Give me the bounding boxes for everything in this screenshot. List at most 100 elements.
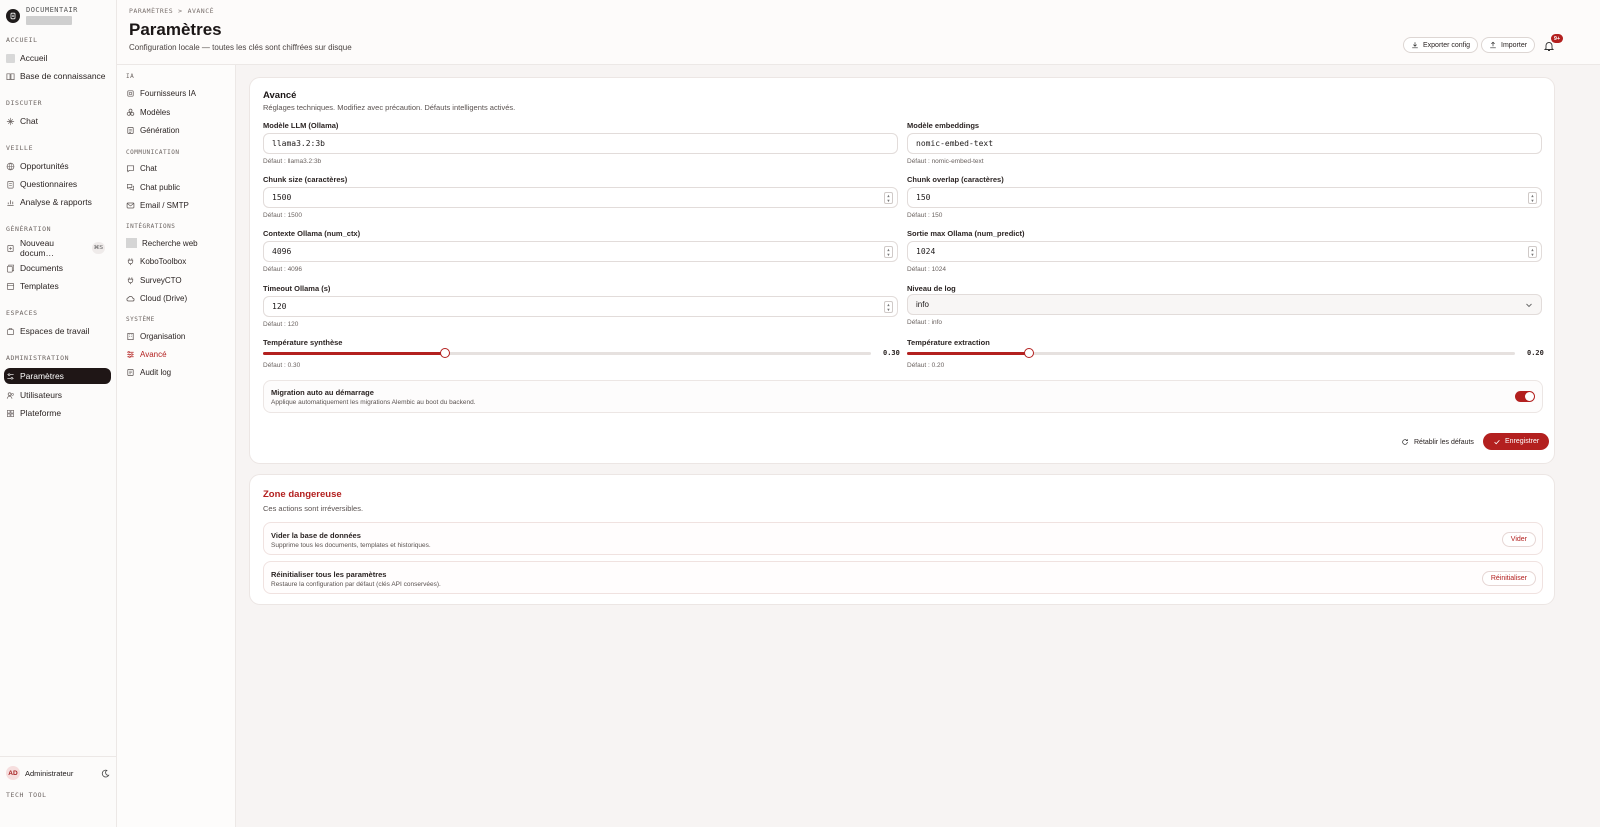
chunk-overlap-hint: Défaut : 150 bbox=[907, 212, 943, 219]
advanced-settings-card: Avancé Réglages techniques. Modifiez ave… bbox=[249, 77, 1555, 464]
book-icon bbox=[6, 72, 15, 81]
reset-settings-button[interactable]: Réinitialiser bbox=[1481, 571, 1536, 586]
chunk-size-hint: Défaut : 1500 bbox=[263, 212, 303, 219]
log-level-value: info bbox=[916, 300, 929, 309]
reset-defaults-button[interactable]: Rétablir les défauts bbox=[1401, 438, 1474, 446]
subnav-item-organisation[interactable]: Organisation bbox=[126, 329, 185, 343]
scroll-icon bbox=[126, 368, 135, 377]
migration-title: Migration auto au démarrage bbox=[271, 388, 374, 397]
sidebar-item-plateforme[interactable]: Plateforme bbox=[4, 405, 111, 421]
num-ctx-hint: Défaut : 4096 bbox=[263, 266, 303, 273]
temp-extraction-slider[interactable] bbox=[907, 348, 1515, 358]
sidebar-item-espaces-travail[interactable]: Espaces de travail bbox=[4, 323, 111, 339]
building-icon bbox=[126, 332, 135, 341]
timeout-input[interactable]: 120 ▲ ▼ bbox=[263, 296, 898, 317]
sidebar-item-label: Questionnaires bbox=[20, 179, 78, 189]
timeout-label: Timeout Ollama (s) bbox=[263, 284, 331, 293]
user-name: Administrateur bbox=[25, 768, 74, 778]
num-predict-input[interactable]: 1024 ▲ ▼ bbox=[907, 241, 1542, 262]
cloud-icon bbox=[126, 294, 135, 303]
page-header: PARAMÈTRES > AVANCÉ Paramètres Configura… bbox=[117, 0, 1600, 65]
sidebar-item-accueil[interactable]: Accueil bbox=[4, 50, 111, 66]
embed-model-input[interactable]: nomic-embed-text bbox=[907, 133, 1542, 154]
subnav-item-email-smtp[interactable]: Email / SMTP bbox=[126, 198, 189, 212]
subnav-item-chat-public[interactable]: Chat public bbox=[126, 180, 180, 194]
notification-badge: 9+ bbox=[1551, 34, 1563, 43]
section-generation: GÉNÉRATION bbox=[6, 225, 52, 233]
grid-icon bbox=[6, 409, 15, 418]
subnav-item-generation[interactable]: Génération bbox=[126, 123, 180, 137]
num-ctx-input[interactable]: 4096 ▲ ▼ bbox=[263, 241, 898, 262]
slider-thumb[interactable] bbox=[1023, 348, 1034, 358]
subnav-item-cloud-drive[interactable]: Cloud (Drive) bbox=[126, 291, 187, 305]
subnav-section-ia: IA bbox=[126, 73, 135, 80]
import-button[interactable]: Importer bbox=[1481, 37, 1536, 53]
document-logo-icon bbox=[6, 8, 20, 23]
danger-row-description: Supprime tous les documents, templates e… bbox=[271, 542, 431, 549]
sidebar-item-nouveau-document[interactable]: Nouveau docum… ⌘S bbox=[4, 238, 111, 258]
sidebar-item-utilisateurs[interactable]: Utilisateurs bbox=[4, 387, 111, 403]
sidebar-item-chat[interactable]: Chat bbox=[4, 113, 111, 129]
log-level-select[interactable]: info bbox=[907, 294, 1542, 315]
sidebar-item-questionnaires[interactable]: Questionnaires bbox=[4, 176, 111, 192]
subnav-item-label: Email / SMTP bbox=[140, 200, 189, 210]
subnav-section-systeme: SYSTÈME bbox=[126, 316, 155, 323]
subnav-item-surveycto[interactable]: SurveyCTO bbox=[126, 273, 182, 287]
number-stepper[interactable]: ▲ ▼ bbox=[1528, 192, 1537, 204]
sidebar-item-label: Utilisateurs bbox=[20, 390, 63, 400]
sidebar-item-base-connaissance[interactable]: Base de connaissance bbox=[4, 68, 111, 84]
breadcrumb-item[interactable]: PARAMÈTRES bbox=[129, 7, 173, 15]
sidebar-item-documents[interactable]: Documents bbox=[4, 260, 111, 276]
subnav-item-modeles[interactable]: Modèles bbox=[126, 105, 170, 119]
brand[interactable]: DOCUMENTAIR bbox=[6, 6, 78, 25]
subnav-item-kobotoolbox[interactable]: KoboToolbox bbox=[126, 254, 186, 268]
num-predict-label: Sortie max Ollama (num_predict) bbox=[907, 229, 1025, 238]
sidebar: DOCUMENTAIR ACCUEIL Accueil Base de conn… bbox=[0, 0, 117, 827]
timeout-hint: Défaut : 120 bbox=[263, 321, 299, 328]
temp-synthesis-slider[interactable] bbox=[263, 348, 871, 358]
sliders-icon bbox=[126, 350, 135, 359]
chevron-down-icon bbox=[1526, 303, 1532, 308]
sidebar-item-analyse-rapports[interactable]: Analyse & rapports bbox=[4, 194, 111, 210]
main-content: Avancé Réglages techniques. Modifiez ave… bbox=[236, 65, 1600, 827]
slider-thumb[interactable] bbox=[440, 348, 451, 358]
section-administration: ADMINISTRATION bbox=[6, 354, 70, 362]
plug-icon bbox=[126, 257, 135, 266]
card-title: Avancé bbox=[263, 90, 297, 101]
llm-model-input[interactable]: llama3.2:3b bbox=[263, 133, 898, 154]
reset-defaults-label: Rétablir les défauts bbox=[1414, 438, 1474, 446]
subnav-item-avance[interactable]: Avancé bbox=[126, 347, 167, 361]
chunk-overlap-input[interactable]: 150 ▲ ▼ bbox=[907, 187, 1542, 208]
user-menu[interactable]: AD Administrateur bbox=[6, 766, 110, 780]
number-stepper[interactable]: ▲ ▼ bbox=[1528, 246, 1537, 258]
section-accueil: ACCUEIL bbox=[6, 36, 38, 44]
save-label: Enregistrer bbox=[1505, 438, 1540, 445]
sidebar-item-parametres[interactable]: Paramètres bbox=[4, 368, 111, 384]
home-icon bbox=[6, 53, 15, 63]
moon-icon[interactable] bbox=[101, 769, 110, 778]
subnav-item-fournisseurs-ia[interactable]: Fournisseurs IA bbox=[126, 86, 196, 100]
subnav-item-recherche-web[interactable]: Recherche web bbox=[126, 236, 198, 250]
chunk-size-input[interactable]: 1500 ▲ ▼ bbox=[263, 187, 898, 208]
save-button[interactable]: Enregistrer bbox=[1483, 433, 1550, 450]
temp-synthesis-label: Température synthèse bbox=[263, 338, 343, 347]
danger-zone-description: Ces actions sont irréversibles. bbox=[263, 504, 364, 513]
sidebar-item-label: Opportunités bbox=[20, 161, 69, 171]
subnav-item-chat[interactable]: Chat bbox=[126, 161, 157, 175]
subnav-item-label: SurveyCTO bbox=[140, 275, 182, 285]
plug-icon bbox=[126, 276, 135, 285]
cpu-icon bbox=[126, 89, 135, 98]
number-stepper[interactable]: ▲ ▼ bbox=[884, 192, 893, 204]
number-stepper[interactable]: ▲ ▼ bbox=[884, 246, 893, 258]
sidebar-item-opportunites[interactable]: Opportunités bbox=[4, 158, 111, 174]
number-stepper[interactable]: ▲ ▼ bbox=[884, 301, 893, 313]
migration-toggle[interactable] bbox=[1515, 391, 1535, 402]
clear-database-button[interactable]: Vider bbox=[1501, 532, 1536, 547]
subnav-item-label: KoboToolbox bbox=[140, 256, 187, 266]
sidebar-item-templates[interactable]: Templates bbox=[4, 278, 111, 294]
log-level-hint: Défaut : info bbox=[907, 319, 943, 326]
page-title: Paramètres bbox=[129, 20, 222, 39]
export-config-button[interactable]: Exporter config bbox=[1403, 37, 1479, 53]
llm-model-label: Modèle LLM (Ollama) bbox=[263, 121, 339, 130]
subnav-item-audit-log[interactable]: Audit log bbox=[126, 365, 171, 379]
